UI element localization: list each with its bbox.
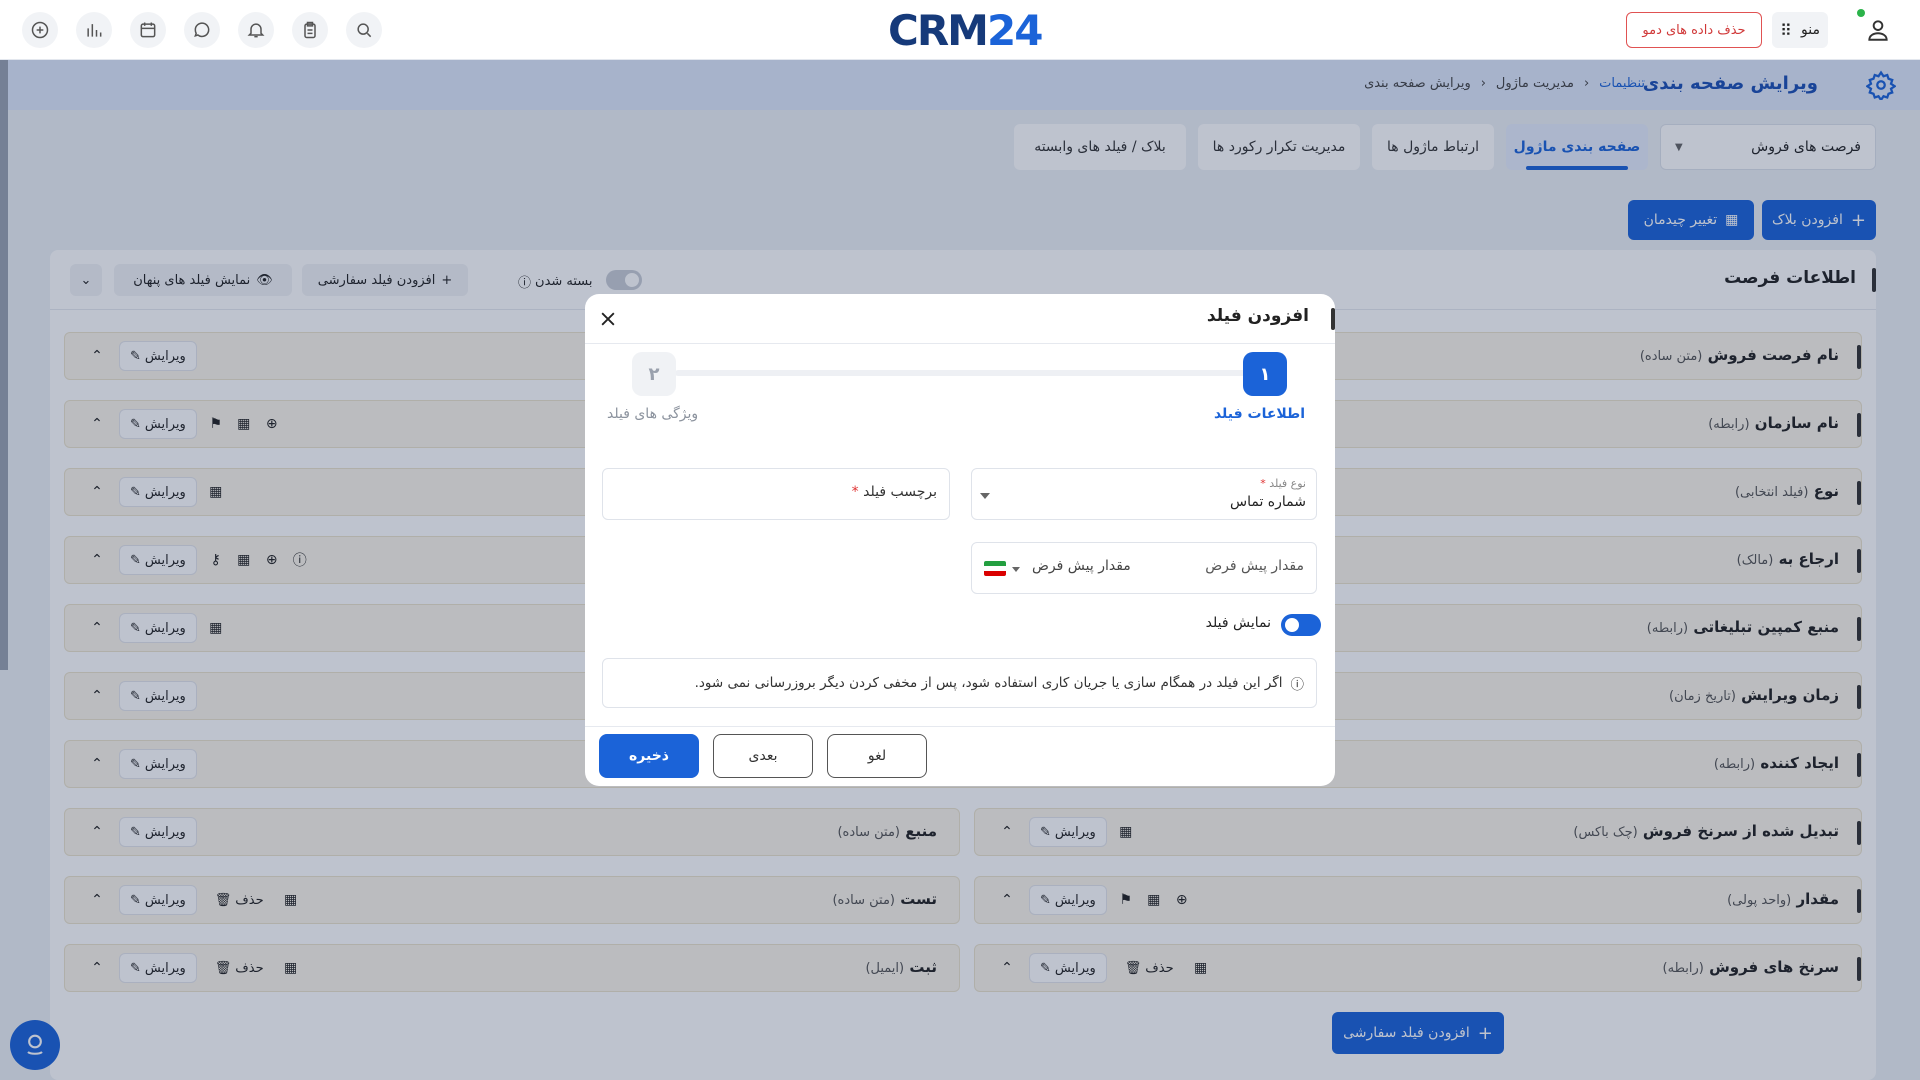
cancel-button[interactable]: لغو bbox=[827, 734, 927, 778]
step-2-indicator[interactable]: ۲ bbox=[632, 352, 676, 396]
chevron-down-icon[interactable] bbox=[1012, 567, 1020, 572]
info-notice: ⓘ اگر این فیلد در همگام سازی یا جریان کا… bbox=[602, 658, 1317, 708]
menu-button[interactable]: منو ⠿ bbox=[1772, 12, 1828, 48]
chart-icon[interactable] bbox=[76, 12, 112, 48]
default-value-phone-input[interactable]: مقدار پیش فرض مقدار پیش فرض bbox=[971, 542, 1317, 594]
add-icon[interactable] bbox=[22, 12, 58, 48]
field-label-input[interactable]: برچسب فیلد * bbox=[602, 468, 950, 520]
menu-label: منو bbox=[1801, 22, 1820, 38]
next-button[interactable]: بعدی bbox=[713, 734, 813, 778]
step-1-label: اطلاعات فیلد bbox=[1213, 406, 1305, 422]
user-icon[interactable] bbox=[1858, 12, 1898, 48]
save-button[interactable]: ذخیره bbox=[599, 734, 699, 778]
chat-icon[interactable] bbox=[184, 12, 220, 48]
info-icon: ⓘ bbox=[1290, 677, 1305, 693]
modal-footer-divider bbox=[585, 726, 1335, 727]
bell-icon[interactable] bbox=[238, 12, 274, 48]
modal-edge-marker bbox=[1331, 308, 1335, 330]
step-2-label: ویژگی های فیلد bbox=[607, 406, 699, 422]
modal-title: افزودن فیلد bbox=[1206, 306, 1309, 326]
close-icon[interactable] bbox=[595, 306, 621, 332]
default-value-placeholder: مقدار پیش فرض bbox=[1032, 558, 1131, 574]
step-1-indicator[interactable]: ۱ bbox=[1243, 352, 1287, 396]
search-icon[interactable] bbox=[346, 12, 382, 48]
field-type-value: شماره تماس bbox=[1230, 494, 1306, 510]
top-bar: CRM 24 حذف داده های دمو منو ⠿ bbox=[0, 0, 1920, 60]
iran-flag-icon[interactable] bbox=[984, 561, 1006, 576]
info-text: اگر این فیلد در همگام سازی یا جریان کاری… bbox=[694, 675, 1283, 691]
add-field-modal: افزودن فیلد ۱ ۲ اطلاعات فیلد ویژگی های ف… bbox=[585, 294, 1335, 786]
logo-crm-text: CRM bbox=[888, 5, 989, 55]
field-type-select[interactable]: نوع فیلد * شماره تماس bbox=[971, 468, 1317, 520]
default-value-label: مقدار پیش فرض bbox=[1205, 558, 1304, 574]
chevron-down-icon bbox=[980, 493, 990, 499]
show-field-label: نمایش فیلد bbox=[1205, 615, 1271, 631]
clipboard-icon[interactable] bbox=[292, 12, 328, 48]
delete-demo-data-button[interactable]: حذف داده های دمو bbox=[1626, 12, 1762, 48]
modal-header: افزودن فیلد bbox=[585, 294, 1335, 344]
grid-dots-icon: ⠿ bbox=[1780, 20, 1792, 40]
app-logo[interactable]: CRM 24 bbox=[888, 5, 1043, 55]
stepper-track bbox=[675, 370, 1247, 376]
show-field-toggle[interactable] bbox=[1281, 614, 1321, 636]
calendar-icon[interactable] bbox=[130, 12, 166, 48]
logo-number-text: 24 bbox=[986, 5, 1043, 55]
